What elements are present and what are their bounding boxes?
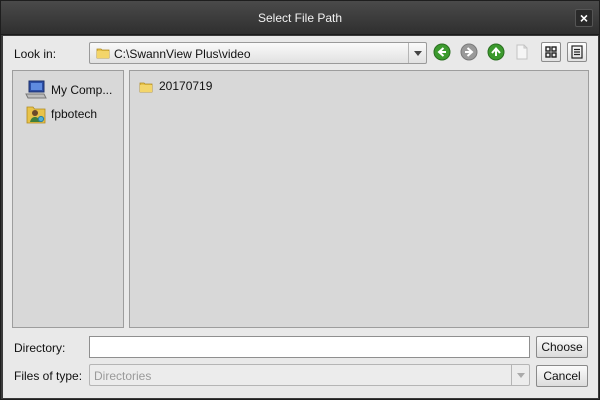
user-folder-icon bbox=[25, 103, 47, 128]
parent-folder-button[interactable] bbox=[487, 43, 505, 61]
new-folder-button[interactable] bbox=[513, 43, 531, 61]
sidebar-item-my-computer[interactable]: My Comp... bbox=[23, 79, 123, 101]
new-folder-icon bbox=[516, 44, 528, 60]
sidebar-item-label: My Comp... bbox=[51, 83, 113, 97]
list-view-button[interactable] bbox=[541, 42, 561, 62]
back-icon bbox=[433, 43, 451, 61]
detail-view-button[interactable] bbox=[567, 42, 587, 62]
chevron-down-icon bbox=[511, 365, 529, 385]
title-bar[interactable]: Select File Path × bbox=[1, 1, 599, 35]
sidebar-item-label: fpbotech bbox=[51, 107, 98, 121]
close-button[interactable]: × bbox=[575, 9, 593, 27]
files-of-type-value: Directories bbox=[94, 369, 152, 383]
detail-view-icon bbox=[571, 45, 583, 59]
list-item-folder[interactable]: 20170719 bbox=[137, 77, 237, 97]
back-button[interactable] bbox=[433, 43, 451, 61]
sidebar-item-fpbotech[interactable]: fpbotech bbox=[23, 103, 123, 125]
choose-button[interactable]: Choose bbox=[536, 336, 588, 358]
forward-icon bbox=[460, 43, 478, 61]
forward-button[interactable] bbox=[460, 43, 478, 61]
directory-input[interactable] bbox=[89, 336, 530, 358]
folder-name: 20170719 bbox=[159, 79, 213, 93]
folder-icon bbox=[96, 46, 110, 63]
sidebar-places: My Comp... fpbotech bbox=[12, 70, 124, 328]
chevron-down-icon[interactable] bbox=[408, 43, 426, 63]
list-view-icon bbox=[545, 46, 557, 58]
select-file-path-dialog: Select File Path × Look in: C:\SwannView… bbox=[0, 0, 600, 400]
close-icon: × bbox=[579, 10, 589, 26]
look-in-label: Look in: bbox=[14, 47, 57, 61]
computer-icon bbox=[25, 80, 47, 103]
parent-folder-icon bbox=[487, 43, 505, 61]
dialog-body: Look in: C:\SwannView Plus\video My Comp… bbox=[3, 36, 598, 398]
files-of-type-label: Files of type: bbox=[14, 369, 83, 383]
file-list[interactable]: 20170719 bbox=[129, 70, 589, 328]
folder-icon bbox=[139, 80, 153, 97]
files-of-type-combobox: Directories bbox=[89, 364, 530, 386]
dialog-title: Select File Path bbox=[257, 11, 343, 25]
cancel-button[interactable]: Cancel bbox=[536, 365, 588, 387]
look-in-combobox[interactable]: C:\SwannView Plus\video bbox=[89, 42, 427, 64]
directory-label: Directory: bbox=[14, 341, 66, 355]
look-in-path: C:\SwannView Plus\video bbox=[114, 47, 251, 61]
